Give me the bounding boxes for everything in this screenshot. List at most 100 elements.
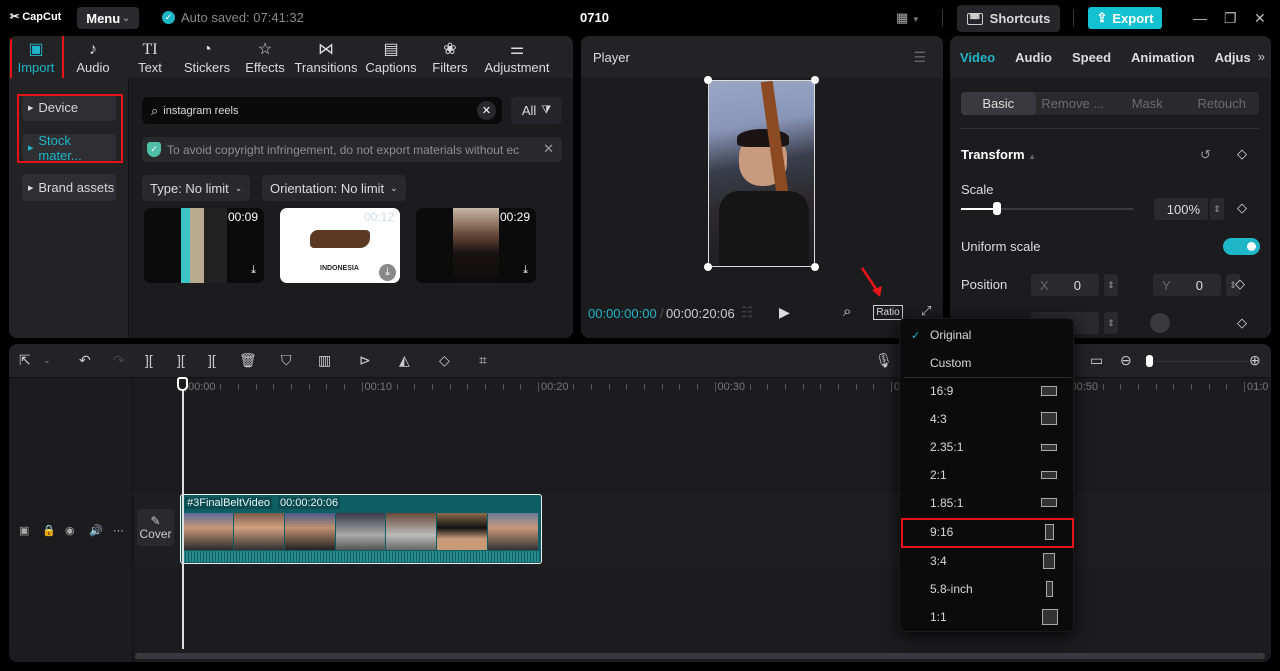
rotate-dial[interactable] <box>1150 313 1170 333</box>
fit-timeline-icon[interactable]: ▭ <box>1090 352 1103 369</box>
timeline-ruler[interactable]: 00:0000:1000:2000:3000:4000:5001:0 <box>9 379 1271 403</box>
zoom-fit-icon[interactable]: ⌕ <box>843 303 851 320</box>
download-icon[interactable]: ⤓ <box>523 264 528 277</box>
resize-handle[interactable] <box>811 263 819 271</box>
delete-icon[interactable]: 🗑 <box>239 352 257 369</box>
clear-search-icon[interactable]: ✕ <box>477 101 496 120</box>
play-icon[interactable]: ▶ <box>779 304 790 321</box>
transform-section-title[interactable]: Transform ▲ <box>961 147 1036 162</box>
scale-slider-handle[interactable] <box>993 202 1001 215</box>
split-left-icon[interactable]: ][ <box>177 352 185 368</box>
fullscreen-icon[interactable]: ⤢ <box>921 303 931 319</box>
rotate-stepper[interactable]: ⇕ <box>1104 312 1118 334</box>
video-clip[interactable]: #3FinalBeltVideo 00:00:20:06 <box>180 494 542 564</box>
ratio-option-5-8-inch[interactable]: 5.8-inch <box>900 575 1075 603</box>
crop-icon[interactable]: ⌗ <box>479 352 487 369</box>
ratio-option-4-3[interactable]: 4:3 <box>900 405 1075 433</box>
speaker-icon[interactable]: 🔊 <box>89 524 103 537</box>
ratio-option-1-85-1[interactable]: 1.85:1 <box>900 489 1075 517</box>
ratio-option-2-35-1[interactable]: 2.35:1 <box>900 433 1075 461</box>
zoom-slider-handle[interactable] <box>1146 355 1153 367</box>
zoom-out-icon[interactable]: ⊖ <box>1120 352 1132 369</box>
tab-animation[interactable]: Animation <box>1131 50 1195 65</box>
tab-speed[interactable]: Speed <box>1072 50 1111 65</box>
media-thumbnail[interactable]: 00:29 ⤓ <box>416 208 536 283</box>
tab-text[interactable]: TI Text <box>123 36 177 78</box>
tab-effects[interactable]: ☆ Effects <box>237 36 293 78</box>
keyframe-icon[interactable]: ◇ <box>1237 315 1247 331</box>
media-thumbnail[interactable]: 00:09 ⤓ <box>144 208 264 283</box>
scale-stepper[interactable]: ⇕ <box>1210 198 1224 220</box>
timeline-scrollbar[interactable] <box>135 653 1265 659</box>
cover-button[interactable]: ✎ Cover <box>137 509 174 546</box>
uniform-scale-toggle[interactable] <box>1223 238 1260 255</box>
search-input[interactable]: ⌕ instagram reels ✕ <box>142 97 502 124</box>
microphone-icon[interactable]: 🎙 <box>875 352 893 369</box>
type-filter-dropdown[interactable]: Type: No limit ⌄ <box>142 175 251 201</box>
lock-icon[interactable]: 🔒 <box>42 524 56 537</box>
marker-icon[interactable]: ⛉ <box>281 352 292 369</box>
download-icon[interactable]: ⤓ <box>251 264 256 277</box>
ratio-option-3-4[interactable]: 3:4 <box>900 547 1075 575</box>
export-button[interactable]: ⇪ Export <box>1088 7 1162 29</box>
filter-all-button[interactable]: All ⧩ <box>511 97 562 124</box>
tab-captions[interactable]: ▤ Captions <box>359 36 423 78</box>
position-x-stepper[interactable]: ⇕ <box>1104 274 1118 296</box>
download-icon[interactable]: ⤓ <box>379 264 396 281</box>
mirror-icon[interactable]: ◭ <box>399 352 410 369</box>
ratio-option-1-1[interactable]: 1:1 <box>900 603 1075 631</box>
more-icon[interactable]: ⋯ <box>113 524 124 537</box>
subtab-mask[interactable]: Mask <box>1110 92 1185 115</box>
resize-handle[interactable] <box>704 76 712 84</box>
zoom-in-icon[interactable]: ⊕ <box>1249 352 1261 369</box>
keyframe-icon[interactable]: ◇ <box>1237 200 1247 216</box>
tab-audio-props[interactable]: Audio <box>1015 50 1052 65</box>
subtab-retouch[interactable]: Retouch <box>1185 92 1260 115</box>
ratio-button[interactable]: Ratio <box>873 305 903 320</box>
playhead[interactable] <box>182 377 184 649</box>
scale-input[interactable]: 100% <box>1154 198 1208 220</box>
maximize-icon[interactable]: ❐ <box>1224 10 1237 27</box>
layout-icon[interactable]: ▦ ▼ <box>896 10 920 26</box>
hamburger-menu-icon[interactable]: ☰ <box>913 49 926 66</box>
reverse-icon[interactable]: ⊳ <box>359 352 371 369</box>
scale-slider[interactable] <box>961 202 1133 215</box>
split-icon[interactable]: ][ <box>145 352 153 368</box>
playhead-handle[interactable] <box>177 377 188 391</box>
split-right-icon[interactable]: ][ <box>208 352 216 368</box>
redo-icon[interactable]: ↷ <box>113 352 125 369</box>
close-icon[interactable]: ✕ <box>1254 10 1266 27</box>
keyframe-icon[interactable]: ◇ <box>1235 276 1245 292</box>
chevron-down-icon[interactable]: ⌄ <box>43 355 51 366</box>
undo-icon[interactable]: ↶ <box>79 352 91 369</box>
rotate-icon[interactable]: ◇ <box>439 352 450 369</box>
tab-transitions[interactable]: ⋈ Transitions <box>293 36 359 78</box>
waveform-icon[interactable]: ☷ <box>741 304 754 321</box>
minimize-icon[interactable]: — <box>1193 10 1207 26</box>
reset-icon[interactable]: ↺ <box>1200 147 1211 163</box>
more-tabs-icon[interactable]: » <box>1258 49 1265 64</box>
ratio-option-2-1[interactable]: 2:1 <box>900 461 1075 489</box>
eye-icon[interactable]: ◉ <box>65 524 75 537</box>
keyframe-icon[interactable]: ◇ <box>1237 146 1247 162</box>
ratio-option-custom[interactable]: Custom <box>900 349 1075 377</box>
tab-video[interactable]: Video <box>960 50 995 65</box>
resize-handle[interactable] <box>811 76 819 84</box>
select-tool-icon[interactable]: ⇱ <box>19 352 31 369</box>
tab-adjust[interactable]: Adjus <box>1215 50 1251 65</box>
subtab-basic[interactable]: Basic <box>961 92 1036 115</box>
tab-filters[interactable]: ❀ Filters <box>423 36 477 78</box>
menu-button[interactable]: Menu ⌄ <box>77 7 139 29</box>
zoom-slider[interactable] <box>1146 361 1248 362</box>
track-video-icon[interactable]: ▣ <box>19 524 29 537</box>
dismiss-notice-icon[interactable]: ✕ <box>543 141 554 157</box>
tab-adjustment[interactable]: ⚌ Adjustment <box>477 36 557 78</box>
ratio-option-original[interactable]: ✓ Original <box>900 321 1075 349</box>
position-x-input[interactable]: X0 <box>1031 274 1099 296</box>
media-thumbnail[interactable]: 00:12 INDONESIA ⤓ <box>280 208 400 283</box>
resize-handle[interactable] <box>704 263 712 271</box>
sidebar-item-brand-assets[interactable]: ▶ Brand assets <box>22 174 116 201</box>
video-preview[interactable] <box>708 80 815 267</box>
subtab-remove[interactable]: Remove ... <box>1036 92 1111 115</box>
position-y-input[interactable]: Y0 <box>1153 274 1221 296</box>
